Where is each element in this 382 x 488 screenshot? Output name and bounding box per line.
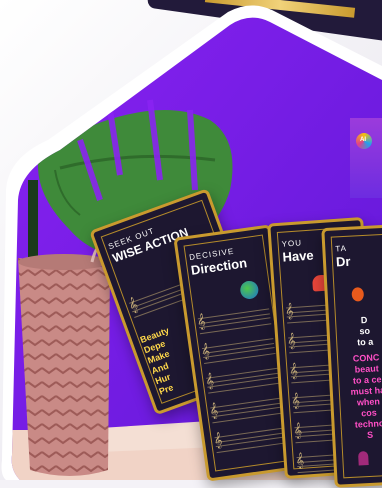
card-kicker: TA xyxy=(335,244,347,254)
card-text: Dsoto a xyxy=(333,313,382,349)
ai-app-badge xyxy=(350,118,382,198)
card-title: Dr xyxy=(336,254,351,270)
card-highlight-text: CONCbeautto a cemust hawhencostechnoS xyxy=(335,351,382,442)
figure-icon xyxy=(358,451,369,466)
card-kicker: YOU xyxy=(281,238,302,248)
card-title: Have xyxy=(282,248,314,265)
woven-basket xyxy=(18,243,115,476)
ai-badge-label: AI xyxy=(360,137,366,143)
